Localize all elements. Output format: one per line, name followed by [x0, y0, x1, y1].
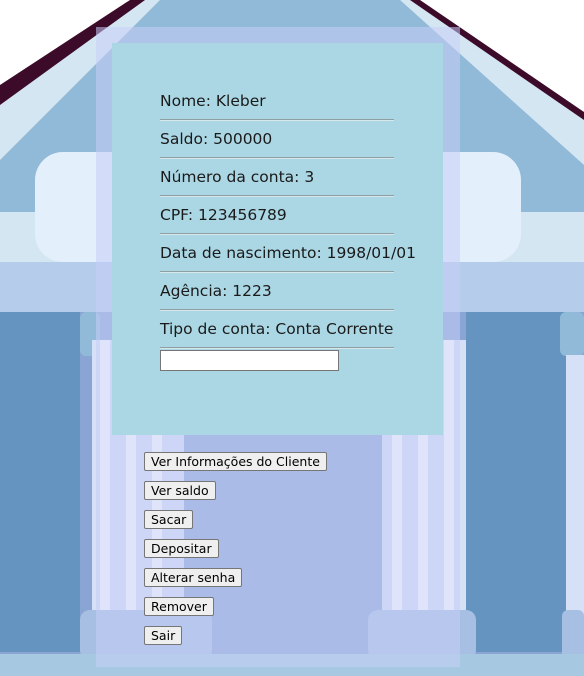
- info-row-data-nascimento: Data de nascimento: 1998/01/01: [160, 235, 416, 272]
- numero-conta-text: Número da conta: 3: [160, 168, 315, 186]
- info-row-nome: Nome: Kleber: [160, 83, 394, 120]
- info-row-saldo: Saldo: 500000: [160, 121, 394, 158]
- nome-text: Nome: Kleber: [160, 92, 266, 110]
- client-info-card: Nome: Kleber Saldo: 500000 Número da con…: [112, 43, 443, 435]
- info-row-numero-conta: Número da conta: 3: [160, 159, 394, 196]
- info-row-tipo-conta: Tipo de conta: Conta Corrente: [160, 311, 394, 348]
- left-pillar: [0, 312, 80, 652]
- ver-informacoes-button[interactable]: Ver Informações do Cliente: [144, 452, 327, 471]
- data-nascimento-text: Data de nascimento: 1998/01/01: [160, 244, 416, 262]
- value-input[interactable]: [160, 350, 339, 371]
- depositar-button[interactable]: Depositar: [144, 539, 219, 558]
- right-pillar-cap: [560, 312, 584, 356]
- right-pillar: [466, 312, 566, 652]
- action-buttons: Ver Informações do Cliente Ver saldo Sac…: [144, 452, 327, 655]
- ver-saldo-button[interactable]: Ver saldo: [144, 481, 216, 500]
- column-base-far-right: [562, 610, 584, 660]
- remover-button[interactable]: Remover: [144, 597, 214, 616]
- agencia-text: Agência: 1223: [160, 282, 272, 300]
- sacar-button[interactable]: Sacar: [144, 510, 194, 529]
- client-info-list: Nome: Kleber Saldo: 500000 Número da con…: [160, 83, 416, 349]
- alterar-senha-button[interactable]: Alterar senha: [144, 568, 243, 587]
- info-row-cpf: CPF: 123456789: [160, 197, 394, 234]
- cpf-text: CPF: 123456789: [160, 206, 287, 224]
- saldo-text: Saldo: 500000: [160, 130, 273, 148]
- sair-button[interactable]: Sair: [144, 626, 183, 645]
- tipo-conta-text: Tipo de conta: Conta Corrente: [160, 320, 394, 338]
- info-row-agencia: Agência: 1223: [160, 273, 394, 310]
